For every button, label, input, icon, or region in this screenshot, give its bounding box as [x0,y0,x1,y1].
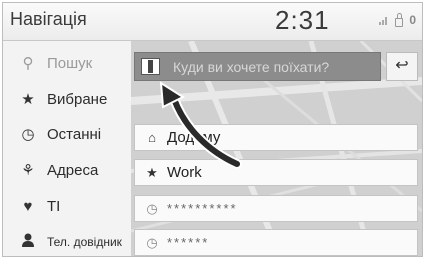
star-icon: ★ [146,164,158,180]
sidebar-item-label: Тел. довідник [47,235,122,249]
search-icon: ⚲ [22,55,34,72]
status-icons: 0 [379,12,416,27]
list-item-history[interactable]: ◷ ********** [134,195,418,222]
search-placeholder: Куди ви хочете поїхати? [173,59,330,75]
list-item-label: ********** [167,201,238,216]
sidebar-item-search[interactable]: ⚲ Пошук [3,45,131,81]
sidebar: ⚲ Пошук ★ Вибране ◷ Останні ⚘ Адреса ♥ Т… [3,41,131,256]
sidebar-item-poi[interactable]: ♥ ТІ [3,188,131,224]
list-item-history[interactable]: ◷ ****** [134,229,418,256]
home-icon: ⌂ [148,130,156,145]
sidebar-item-phonebook[interactable]: Тел. довідник [3,224,131,256]
keyboard-icon [141,58,160,75]
lock-icon [395,12,404,27]
sidebar-item-recent[interactable]: ◷ Останні [3,116,131,152]
sidebar-item-label: Останні [47,125,102,143]
list-item-label: Work [167,164,202,181]
signal-icon [379,15,389,25]
sidebar-item-label: Адреса [47,161,99,179]
clock-icon: ◷ [146,200,158,216]
destination-search-input[interactable]: Куди ви хочете поїхати? [134,52,381,81]
sidebar-item-favorites[interactable]: ★ Вибране [3,81,131,117]
sidebar-item-label: Пошук [47,54,93,72]
star-icon: ★ [21,91,35,108]
list-item-label: Додому [167,129,221,146]
sidebar-item-label: ТІ [47,197,61,215]
list-item-home[interactable]: ⌂ Додому [134,124,418,151]
header-bar: Навігація 2:31 0 [3,3,422,41]
address-icon: ⚘ [21,162,35,179]
back-button[interactable]: ↩ [386,52,418,81]
clock: 2:31 [275,5,330,35]
poi-icon: ♥ [23,197,33,215]
clock-icon: ◷ [21,126,35,143]
clock-icon: ◷ [146,234,158,250]
navigation-screen: Навігація 2:31 0 ⚲ Пошук ★ Вибране ◷ Ост… [2,2,423,257]
sidebar-item-address[interactable]: ⚘ Адреса [3,152,131,188]
sidebar-item-label: Вибране [47,90,108,108]
list-item-work[interactable]: ★ Work [134,159,418,186]
list-item-label: ****** [167,235,210,250]
page-title: Навігація [10,9,87,29]
alert-icon: 0 [409,13,416,27]
person-icon [17,233,39,251]
